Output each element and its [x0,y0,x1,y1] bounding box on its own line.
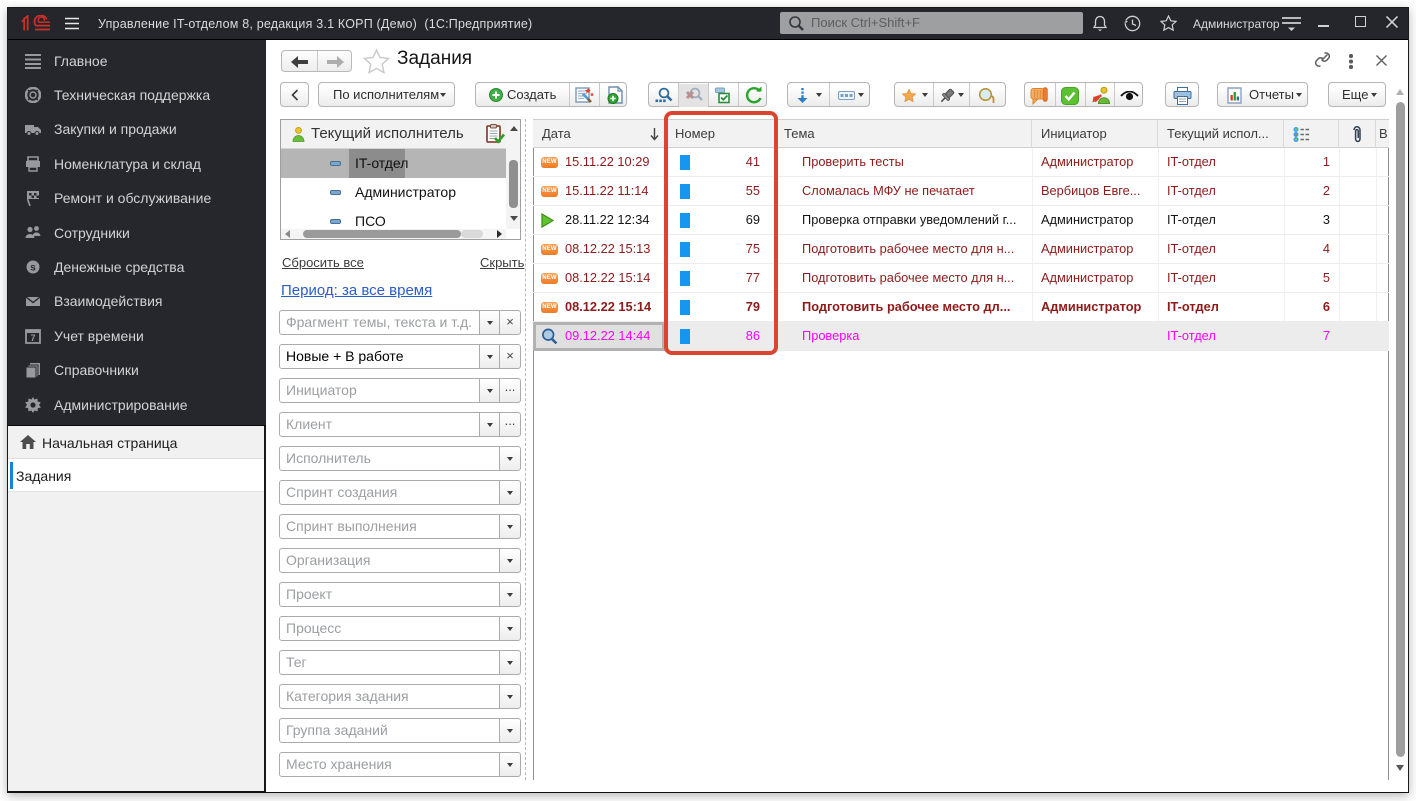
svg-text:7: 7 [30,333,35,343]
svg-text:s: s [30,262,36,273]
